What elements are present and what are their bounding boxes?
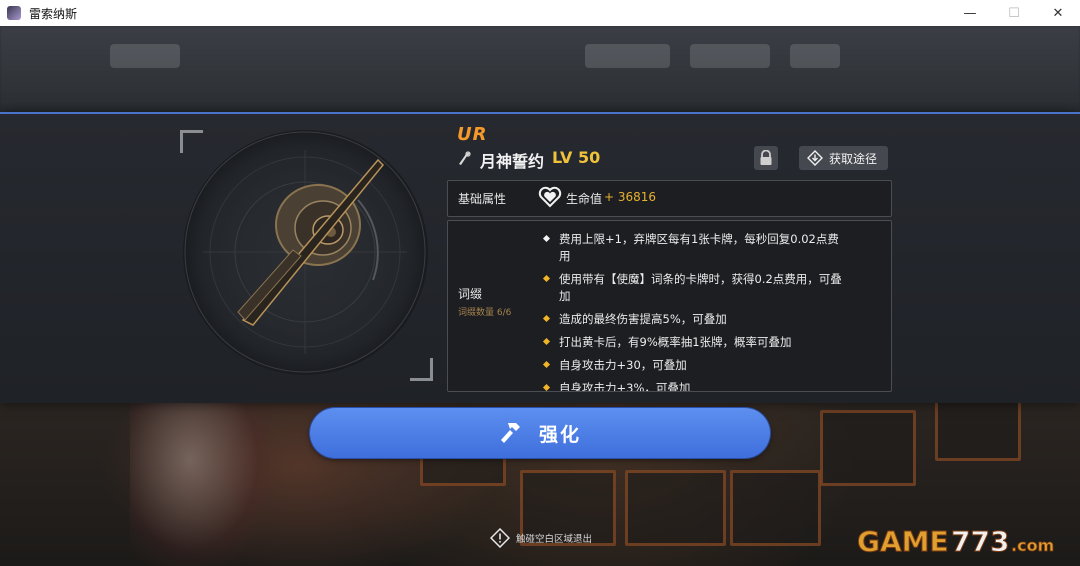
bullet-icon: [542, 383, 551, 391]
enhance-button[interactable]: 强化: [310, 408, 770, 458]
rarity-badge: UR: [457, 124, 488, 145]
acquire-source-button[interactable]: 获取途径: [799, 146, 888, 170]
svg-text:.com: .com: [1011, 536, 1054, 555]
weapon-icon: [459, 151, 471, 165]
base-attributes-box: 基础属性 生命值 + 36816: [447, 180, 892, 217]
exit-hint[interactable]: 触碰空白区域退出: [490, 528, 592, 548]
background-tab: [790, 44, 840, 68]
affix-item: 使用带有【使魔】词条的卡牌时，获得0.2点费用，可叠加: [542, 271, 844, 305]
bullet-icon: [542, 274, 551, 283]
heart-icon: [538, 186, 562, 208]
stat-value: + 36816: [604, 190, 657, 204]
hammer-icon: [500, 423, 520, 443]
frame-corner-bottom-right: [410, 358, 433, 381]
background-shelf: [625, 470, 726, 546]
item-preview: [183, 130, 428, 375]
affix-title: 词缀: [458, 287, 483, 301]
affix-text: 费用上限+1，弃牌区每有1张卡牌，每秒回复0.02点费用: [559, 232, 839, 263]
minimize-button[interactable]: —: [948, 0, 992, 26]
affix-item: 打出黄卡后，有9%概率抽1张牌，概率可叠加: [542, 334, 844, 351]
window-controls: — ☐ ✕: [948, 0, 1080, 26]
background-shelf: [730, 470, 821, 546]
app-icon: [7, 6, 21, 20]
svg-text:773: 773: [951, 525, 1009, 558]
warning-icon: [490, 528, 510, 548]
affix-item: 造成的最终伤害提高5%，可叠加: [542, 311, 844, 328]
base-attributes-label: 基础属性: [458, 192, 507, 206]
affix-text: 打出黄卡后，有9%概率抽1张牌，概率可叠加: [559, 335, 792, 349]
background-tab: [585, 44, 670, 68]
affix-text: 自身攻击力+30，可叠加: [559, 358, 687, 372]
background-character: [130, 400, 270, 566]
exit-hint-label: 触碰空白区域退出: [516, 534, 593, 545]
background-shelf: [935, 395, 1021, 461]
lock-button[interactable]: [754, 146, 778, 170]
download-diamond-icon: [807, 150, 823, 166]
bullet-icon: [542, 337, 551, 346]
enhance-label: 强化: [538, 423, 581, 446]
affix-text: 自身攻击力+3%，可叠加: [559, 381, 691, 392]
affix-item: 自身攻击力+3%，可叠加: [542, 380, 844, 392]
acquire-source-label: 获取途径: [829, 151, 878, 166]
bullet-icon: [542, 234, 551, 243]
item-name: 月神誓约: [480, 152, 545, 171]
affix-text: 造成的最终伤害提高5%，可叠加: [559, 312, 727, 326]
background-shelf: [820, 410, 916, 486]
background-top-bar: [0, 26, 1080, 112]
site-watermark-logo: GAME 773 .com: [857, 525, 1055, 559]
close-button[interactable]: ✕: [1036, 0, 1080, 26]
window-titlebar: 雷索纳斯 — ☐ ✕: [0, 0, 1080, 26]
affix-item: 自身攻击力+30，可叠加: [542, 357, 844, 374]
bullet-icon: [542, 314, 551, 323]
bullet-icon: [542, 360, 551, 369]
frame-corner-top-left: [180, 130, 203, 153]
item-artwork: [184, 131, 426, 373]
affix-list: 费用上限+1，弃牌区每有1张卡牌，每秒回复0.02点费用 使用带有【使魔】词条的…: [542, 231, 844, 392]
affix-count: 词缀数量 6/6: [458, 308, 512, 318]
lock-icon: [760, 150, 772, 165]
background-tab: [110, 44, 180, 68]
affix-text: 使用带有【使魔】词条的卡牌时，获得0.2点费用，可叠加: [559, 272, 842, 303]
stat-name: 生命值: [566, 192, 603, 206]
item-level: LV 50: [552, 148, 601, 167]
maximize-button[interactable]: ☐: [992, 0, 1036, 26]
svg-text:GAME: GAME: [857, 525, 949, 558]
window-title: 雷索纳斯: [29, 6, 78, 21]
background-tab: [690, 44, 770, 68]
affix-box[interactable]: 词缀 词缀数量 6/6 费用上限+1，弃牌区每有1张卡牌，每秒回复0.02点费用…: [447, 220, 892, 392]
affix-item: 费用上限+1，弃牌区每有1张卡牌，每秒回复0.02点费用: [542, 231, 844, 265]
